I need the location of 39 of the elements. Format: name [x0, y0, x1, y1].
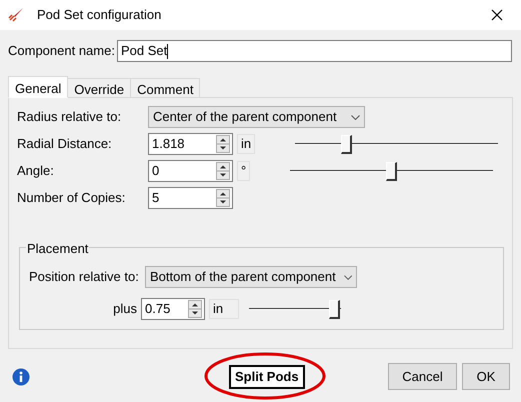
field-label: Radial Distance: [17, 135, 113, 154]
info-icon[interactable] [12, 368, 30, 386]
stepper-button[interactable] [188, 300, 202, 318]
rocket-icon [8, 7, 24, 23]
unit-label: ° [237, 161, 250, 181]
number-field[interactable]: 1.818 [148, 133, 233, 155]
tab[interactable]: General [8, 76, 68, 98]
number-field[interactable]: 5 [148, 187, 233, 209]
number-field[interactable]: 0 [148, 160, 233, 182]
dropdown[interactable]: Center of the parent component [148, 106, 365, 128]
field-label: Component name: [8, 42, 116, 60]
window-title: Pod Set configuration [37, 6, 162, 24]
tab[interactable]: Comment [131, 78, 200, 98]
field-label: Radius relative to: [17, 108, 122, 126]
number-field[interactable]: 0.75 [141, 298, 205, 320]
stepper-button[interactable] [216, 135, 230, 153]
unit-label: in [209, 299, 239, 319]
slider-thumb[interactable] [329, 300, 340, 319]
name-field[interactable]: Pod Set [117, 40, 512, 62]
slider[interactable] [249, 299, 341, 319]
cancel-button[interactable]: Cancel [388, 363, 457, 390]
slider[interactable] [295, 134, 498, 154]
slider-thumb[interactable] [341, 135, 352, 154]
field-label: plus [112, 300, 138, 318]
tab[interactable]: Override [68, 78, 132, 98]
chevron-icon [344, 274, 352, 280]
slider[interactable] [290, 161, 494, 181]
stepper-button[interactable] [216, 189, 230, 207]
unit-label: in [237, 134, 256, 154]
field-label: Position relative to: [29, 268, 140, 286]
field-label: Number of Copies: [17, 189, 126, 208]
slider-thumb[interactable] [386, 162, 398, 181]
split-pods-button[interactable]: Split Pods [229, 364, 305, 388]
ok-button[interactable]: OK [462, 363, 510, 390]
chevron-icon [351, 114, 360, 120]
dropdown[interactable]: Bottom of the parent component [145, 266, 357, 288]
close-icon[interactable] [491, 9, 503, 21]
field-label: Angle: [17, 162, 55, 180]
stepper-button[interactable] [216, 162, 230, 180]
